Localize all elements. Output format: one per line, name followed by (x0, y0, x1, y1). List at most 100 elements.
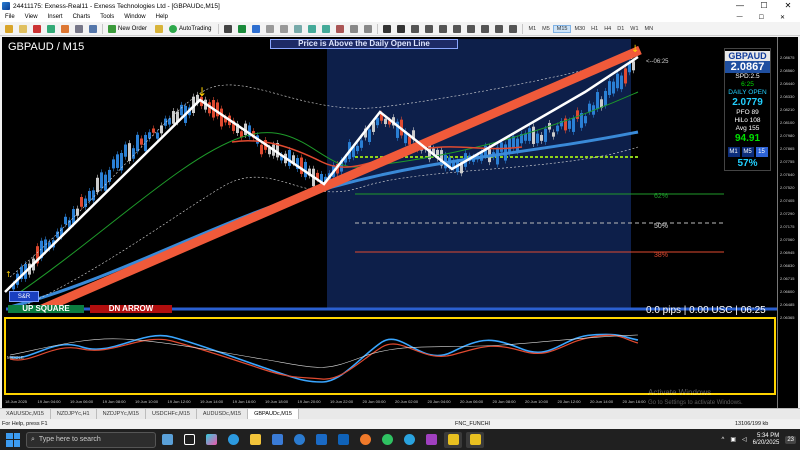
timeframe-m1[interactable]: M1 (525, 26, 539, 32)
indicators-button[interactable] (334, 23, 346, 34)
clock[interactable]: 5:34 PM 6/20/2025 (753, 433, 780, 447)
horizontal-line-button[interactable] (423, 23, 435, 34)
timeframe-m5[interactable]: M5 (539, 26, 553, 32)
mail-icon[interactable] (312, 432, 330, 448)
menu-tools[interactable]: Tools (95, 14, 119, 20)
whatsapp-icon[interactable] (378, 432, 396, 448)
menu-window[interactable]: Window (119, 14, 150, 20)
tester-button[interactable] (87, 23, 99, 34)
metaeditor-button[interactable] (153, 23, 165, 34)
widgets-icon[interactable] (158, 432, 176, 448)
text-tool-button[interactable] (479, 23, 491, 34)
child-minimize-button[interactable]: — (732, 14, 748, 21)
child-restore-button[interactable]: ☐ (754, 14, 769, 21)
candle-body (180, 104, 183, 116)
label-tool-button[interactable] (493, 23, 505, 34)
crosshair-button[interactable] (395, 23, 407, 34)
timeframe-mn[interactable]: MN (642, 26, 657, 32)
file-explorer-icon[interactable] (246, 432, 264, 448)
tab-audusd-m15[interactable]: AUDUSDc,M15 (197, 409, 249, 419)
media-icon[interactable] (422, 432, 440, 448)
candle-body (172, 111, 175, 124)
timeframe-h4[interactable]: H4 (601, 26, 614, 32)
bar-countdown: <--06:25 (646, 59, 669, 65)
timeframe-m15[interactable]: M15 (552, 24, 572, 33)
candlestick-button[interactable] (236, 23, 248, 34)
copilot-icon[interactable] (202, 432, 220, 448)
timeframe-d1[interactable]: D1 (614, 26, 627, 32)
tab-nzdjpy-m15[interactable]: NZDJPYc,M15 (97, 409, 146, 419)
bar-chart-button[interactable] (222, 23, 234, 34)
autoscroll-button[interactable] (306, 23, 318, 34)
chart-shift-button[interactable] (320, 23, 332, 34)
volume-icon[interactable]: ◁ (742, 436, 747, 443)
channel-button[interactable] (451, 23, 463, 34)
timeframe-w1[interactable]: W1 (627, 26, 641, 32)
periods-button[interactable] (348, 23, 360, 34)
firefox-icon[interactable] (356, 432, 374, 448)
data-window-button[interactable] (45, 23, 57, 34)
candle-body (532, 126, 535, 144)
up-square-button[interactable]: UP SQUARE (8, 305, 84, 313)
menu-help[interactable]: Help (151, 14, 173, 20)
menu-insert[interactable]: Insert (43, 14, 68, 20)
fibonacci-button[interactable] (465, 23, 477, 34)
tab-nzdjpy-h1[interactable]: NZDJPYc,H1 (51, 409, 97, 419)
close-button[interactable]: ✕ (776, 0, 800, 12)
candle-body (608, 81, 611, 96)
menu-file[interactable]: File (0, 14, 20, 20)
edge-icon[interactable] (224, 432, 242, 448)
up-arrow-marker: ↑ (5, 270, 12, 279)
arrows-tool-button[interactable] (507, 23, 519, 34)
tab-usdchf-m15[interactable]: USDCHFc,M15 (146, 409, 197, 419)
trendline-button[interactable] (437, 23, 449, 34)
child-close-button[interactable]: ✕ (775, 14, 790, 21)
chart-canvas[interactable]: ↓ ↓ ↑ 18 Jun 2025 19 Jun 04:00 19 Jun 06:00 1… (2, 37, 798, 408)
search-icon: ⌕ (31, 435, 35, 443)
cursor-button[interactable] (381, 23, 393, 34)
network-icon[interactable]: ▣ (730, 436, 736, 443)
download-icon[interactable] (290, 432, 308, 448)
taskbar-search[interactable]: ⌕ Type here to search (26, 431, 156, 448)
line-chart-button[interactable] (250, 23, 262, 34)
zoom-in-button[interactable] (264, 23, 276, 34)
templates-button[interactable] (362, 23, 374, 34)
menu-view[interactable]: View (20, 14, 43, 20)
task-view-icon[interactable] (180, 432, 198, 448)
dn-arrow-button[interactable]: DN ARROW (90, 305, 172, 313)
channel-icon (453, 24, 462, 33)
vertical-line-button[interactable] (409, 23, 421, 34)
start-button[interactable] (6, 432, 20, 447)
timeframe-m30[interactable]: M30 (571, 26, 588, 32)
zoom-out-button[interactable] (278, 23, 290, 34)
timeframe-h1[interactable]: H1 (588, 26, 601, 32)
telegram-icon[interactable] (400, 432, 418, 448)
store-icon[interactable] (268, 432, 286, 448)
tile-button[interactable] (292, 23, 304, 34)
tab-xauusd-m15[interactable]: XAUUSDc,M15 (0, 409, 51, 419)
panel-m5-button[interactable]: M5 (741, 147, 754, 157)
status-help: For Help, press F1 (2, 421, 48, 427)
tray-chevron-icon[interactable]: ^ (721, 437, 724, 443)
profiles-button[interactable] (17, 23, 29, 34)
autotrading-button[interactable]: AutoTrading (167, 23, 215, 34)
metatrader-icon[interactable] (444, 431, 462, 448)
metatrader-2-icon[interactable] (466, 431, 484, 448)
panel-15-button[interactable]: 15 (755, 147, 768, 157)
panel-hilo: HiLo 108 (734, 117, 761, 124)
price-tick: 2.07405 (780, 198, 795, 203)
minimize-button[interactable]: — (728, 0, 752, 12)
panel-m1-button[interactable]: M1 (727, 147, 740, 157)
sr-toggle-button[interactable]: S&R (9, 291, 39, 302)
new-chart-button[interactable] (3, 23, 15, 34)
menu-charts[interactable]: Charts (68, 14, 96, 20)
price-chart[interactable]: ↓ ↓ ↑ 18 Jun 2025 19 Jun 04:00 19 Jun 06:00 1… (2, 37, 798, 408)
navigator-button[interactable] (59, 23, 71, 34)
terminal-button[interactable] (73, 23, 85, 34)
tab-gbpaud-m15[interactable]: GBPAUDc,M15 (248, 409, 299, 419)
maximize-button[interactable]: ☐ (752, 0, 776, 12)
new-order-button[interactable]: New Order (106, 23, 151, 34)
market-watch-button[interactable] (31, 23, 43, 34)
notification-badge[interactable]: 23 (785, 435, 796, 444)
outlook-icon[interactable] (334, 432, 352, 448)
